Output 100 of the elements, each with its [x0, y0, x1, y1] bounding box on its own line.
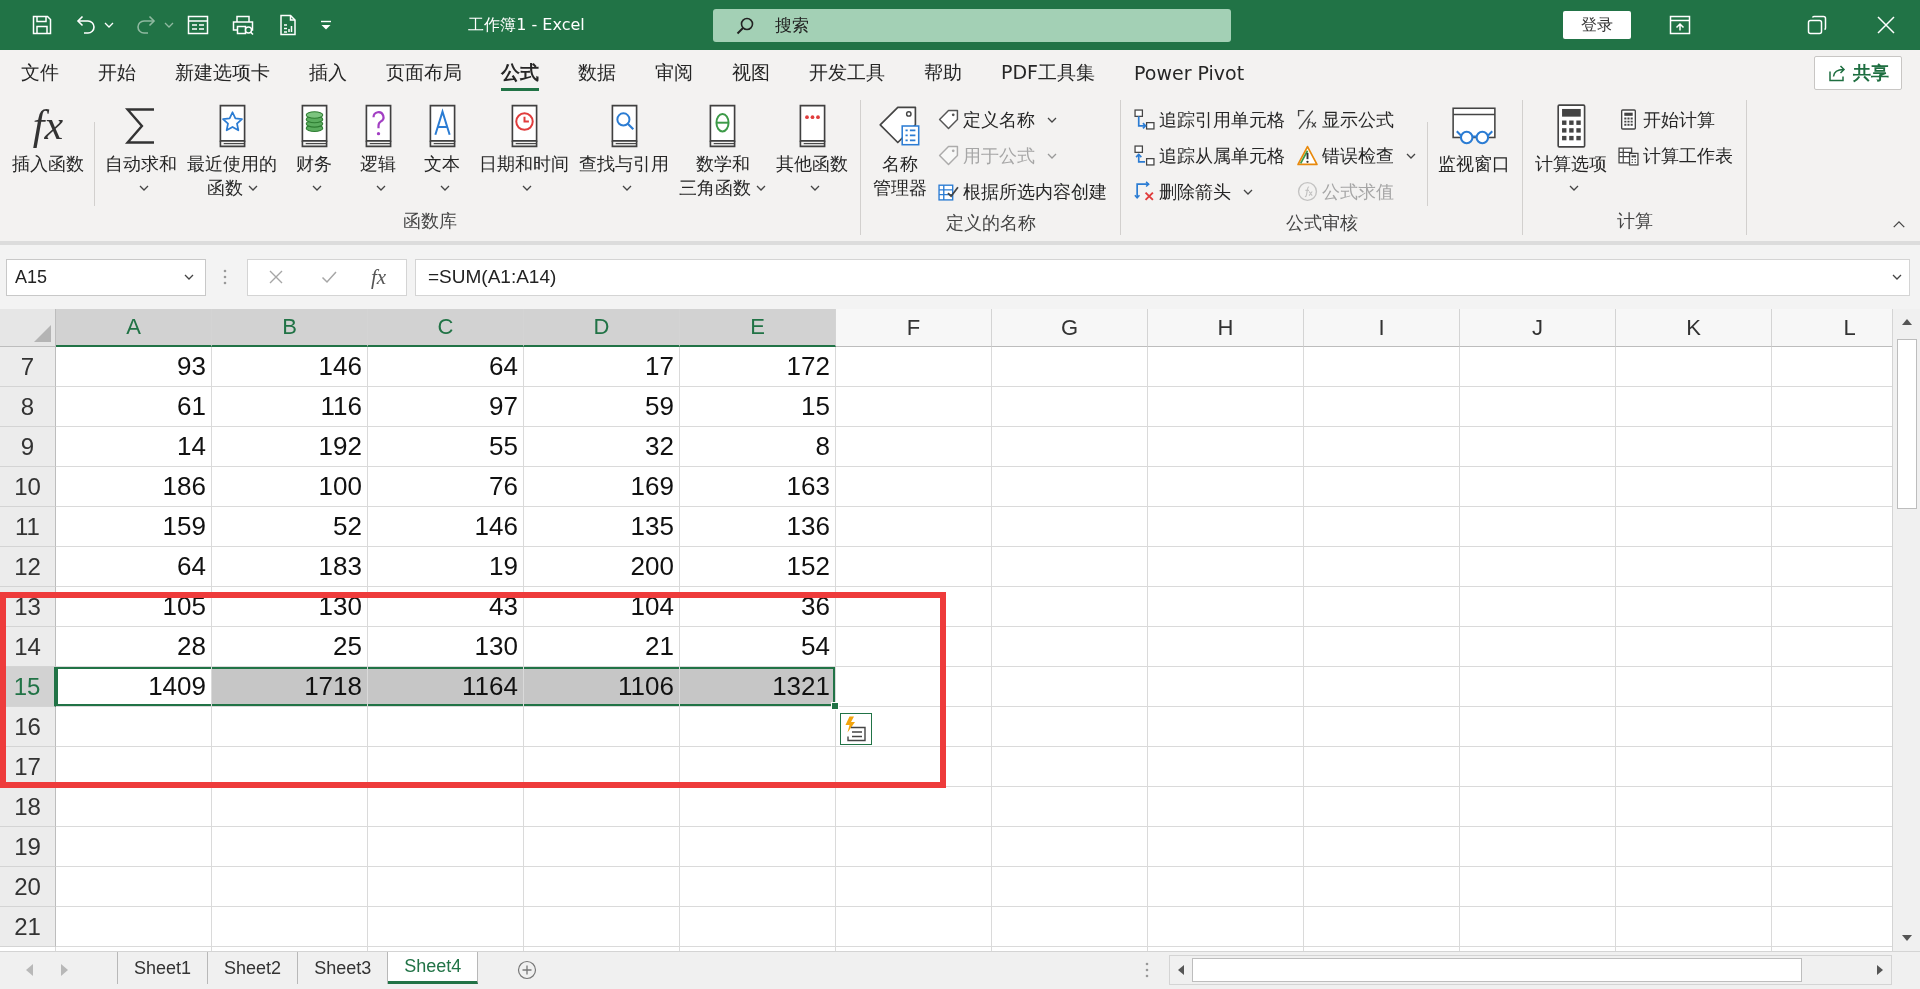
row-header[interactable]: 7 — [0, 347, 56, 387]
table-cell-text: 54 — [800, 630, 831, 663]
ribbon-button[interactable]: 监视窗口 — [1433, 100, 1515, 176]
column-header[interactable]: D — [524, 309, 680, 347]
horizontal-scrollbar[interactable] — [1169, 955, 1892, 985]
expand-caret-icon[interactable] — [1892, 273, 1902, 280]
check-icon[interactable] — [321, 269, 337, 285]
menu-tab[interactable]: Power Pivot — [1114, 50, 1264, 95]
column-header[interactable]: C — [368, 309, 524, 347]
column-header[interactable]: K — [1616, 309, 1772, 347]
customize-caret-icon[interactable] — [320, 19, 332, 31]
menu-tab[interactable]: 审阅 — [635, 50, 713, 95]
add-icon[interactable] — [517, 960, 538, 980]
drag-handle-icon[interactable] — [223, 269, 227, 285]
table-cell: 1164 — [368, 667, 524, 707]
menu-tab[interactable]: 公式 — [481, 50, 559, 95]
undo-icon[interactable] — [74, 13, 98, 37]
arrow-up-icon[interactable] — [1900, 317, 1913, 327]
ribbon-button[interactable]: 追踪引用单元格 — [1131, 102, 1288, 137]
arrow-down-icon[interactable] — [1900, 933, 1913, 943]
login-button[interactable]: 登录 — [1563, 11, 1631, 39]
sheet-tab[interactable]: Sheet2 — [208, 952, 299, 984]
menu-tab[interactable]: 页面布局 — [366, 50, 482, 95]
ribbon-button[interactable]: 开始计算 — [1615, 102, 1736, 137]
ribbon-button[interactable]: 显示公式 — [1294, 102, 1419, 137]
search-field[interactable]: 搜索 — [713, 8, 1231, 42]
menu-tab[interactable]: 文件 — [0, 50, 79, 95]
formula-input[interactable]: =SUM(A1:A14) — [415, 258, 1910, 296]
ribbon-button[interactable]: 数学和 三角函数 — [674, 100, 771, 200]
calculator-icon — [1555, 104, 1587, 148]
menu-tab[interactable]: 帮助 — [904, 50, 982, 95]
name-box[interactable]: A15 — [6, 258, 206, 296]
table-cell-text: 76 — [488, 470, 519, 503]
ribbon-button[interactable]: 删除箭头 — [1131, 174, 1288, 209]
menu-tab[interactable]: 视图 — [712, 50, 790, 95]
share-button[interactable]: 共享 — [1814, 55, 1902, 90]
save-icon[interactable] — [30, 13, 54, 37]
ribbon-button[interactable]: 错误检查 — [1294, 138, 1419, 173]
ribbon-button[interactable]: 文本 — [410, 100, 474, 200]
scrollbar-thumb[interactable] — [1896, 339, 1917, 509]
row-header[interactable]: 11 — [0, 507, 56, 547]
sheet-tab[interactable]: Sheet4 — [388, 952, 479, 984]
ribbon-button[interactable]: 逻辑 — [346, 100, 410, 200]
ribbon-button[interactable]: 根据所选内容创建 — [935, 174, 1110, 209]
row-header[interactable]: 9 — [0, 427, 56, 467]
ribbon-button[interactable]: 自动求和 — [100, 100, 182, 200]
fill-handle[interactable] — [831, 702, 839, 710]
column-header[interactable]: B — [212, 309, 368, 347]
search-icon — [735, 15, 755, 36]
ribbon-display-icon[interactable] — [1667, 13, 1692, 37]
ribbon-button[interactable]: 财务 — [282, 100, 346, 200]
column-header[interactable]: A — [56, 309, 212, 347]
ribbon-button[interactable]: 其他函数 — [771, 100, 853, 200]
insert-function-button[interactable]: fx — [371, 262, 387, 292]
ribbon-button[interactable]: 定义名称 — [935, 102, 1110, 137]
row-header[interactable]: 19 — [0, 827, 56, 867]
row-header[interactable]: 8 — [0, 387, 56, 427]
arrow-left-icon[interactable] — [1176, 964, 1186, 976]
column-header[interactable]: F — [836, 309, 992, 347]
redo-icon[interactable] — [134, 13, 158, 37]
menu-tab[interactable]: 新建选项卡 — [155, 50, 290, 95]
row-header[interactable]: 20 — [0, 867, 56, 907]
menu-tab[interactable]: PDF工具集 — [981, 50, 1115, 95]
table-cell-text: 14 — [176, 430, 207, 463]
ribbon-button[interactable]: fx 插入函数 — [7, 100, 89, 176]
scrollbar-thumb[interactable] — [1192, 958, 1802, 982]
column-header[interactable]: E — [680, 309, 836, 347]
ribbon-button[interactable]: 查找与引用 — [574, 100, 674, 200]
column-header[interactable]: H — [1148, 309, 1304, 347]
collapse-ribbon-icon[interactable] — [1892, 220, 1906, 229]
caret-icon — [138, 185, 149, 191]
row-header[interactable]: 21 — [0, 907, 56, 947]
drag-handle-icon[interactable] — [1145, 962, 1149, 978]
row-header[interactable]: 18 — [0, 787, 56, 827]
ribbon-button[interactable]: 名称 管理器 — [868, 100, 932, 200]
form-icon[interactable] — [186, 13, 210, 37]
row-header[interactable]: 10 — [0, 467, 56, 507]
caret-icon — [247, 185, 258, 191]
menu-tab[interactable]: 数据 — [558, 50, 636, 95]
menu-tab[interactable]: 开始 — [78, 50, 156, 95]
vertical-scrollbar[interactable] — [1892, 309, 1920, 951]
caret-icon — [1406, 152, 1416, 159]
column-header[interactable]: G — [992, 309, 1148, 347]
caret-icon[interactable] — [184, 273, 194, 280]
row-header[interactable]: 12 — [0, 547, 56, 587]
arrow-right-icon[interactable] — [1875, 964, 1885, 976]
menu-tab[interactable]: 插入 — [289, 50, 367, 95]
column-header[interactable]: I — [1304, 309, 1460, 347]
ribbon-button[interactable]: 日期和时间 — [474, 100, 574, 200]
ribbon-button[interactable]: 追踪从属单元格 — [1131, 138, 1288, 173]
ribbon-button[interactable]: 计算工作表 — [1615, 138, 1736, 173]
menu-tab[interactable]: 开发工具 — [789, 50, 905, 95]
ribbon-button[interactable]: 最近使用的 函数 — [182, 100, 282, 200]
table-cell-text: 17 — [644, 350, 675, 383]
printer-icon[interactable] — [231, 13, 255, 37]
ribbon-button[interactable]: 计算选项 — [1530, 100, 1612, 200]
column-header[interactable]: J — [1460, 309, 1616, 347]
quick-analysis-icon[interactable] — [840, 713, 872, 745]
column-header[interactable]: L — [1772, 309, 1892, 347]
sheet-tab[interactable]: Sheet1 — [118, 952, 209, 984]
